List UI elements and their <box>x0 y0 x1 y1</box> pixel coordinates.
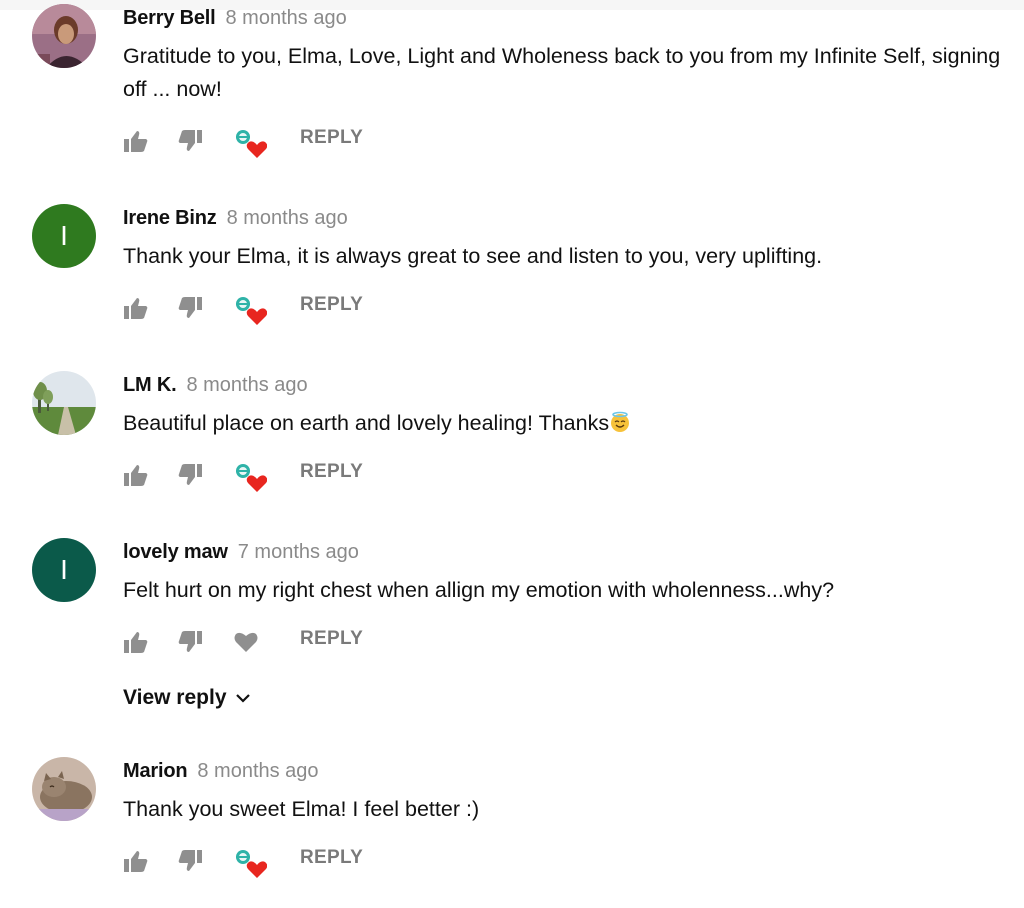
comment-actions: REPLY <box>123 624 423 660</box>
comment-actions: REPLY <box>123 457 423 493</box>
comment-text-content: Beautiful place on earth and lovely heal… <box>123 411 610 435</box>
smiling-face-with-halo-icon <box>609 410 631 432</box>
thumbs-up-icon[interactable] <box>123 463 149 487</box>
comment-text: Felt hurt on my right chest when allign … <box>123 578 835 602</box>
thumbs-down-icon[interactable] <box>177 849 203 873</box>
comment-timestamp[interactable]: 7 months ago <box>238 541 359 563</box>
author-name[interactable]: lovely maw <box>123 541 228 563</box>
author-name[interactable]: Marion <box>123 760 188 782</box>
author-name[interactable]: Berry Bell <box>123 7 216 29</box>
view-reply-label: View reply <box>123 686 227 709</box>
chevron-down-icon <box>235 694 250 704</box>
avatar[interactable] <box>32 371 96 435</box>
comment-timestamp[interactable]: 8 months ago <box>186 374 307 396</box>
reply-button[interactable]: REPLY <box>300 628 363 650</box>
comment-actions: REPLY <box>123 123 423 159</box>
reply-button[interactable]: REPLY <box>300 847 363 869</box>
author-name[interactable]: Irene Binz <box>123 207 217 229</box>
comment-header: LM K. 8 months ago <box>123 373 308 397</box>
heart-icon[interactable] <box>233 630 259 654</box>
reply-button[interactable]: REPLY <box>300 461 363 483</box>
view-reply-button[interactable]: View reply <box>123 686 251 710</box>
avatar[interactable]: I <box>32 538 96 602</box>
avatar[interactable] <box>32 4 96 68</box>
avatar-letter: I <box>60 220 68 251</box>
thumbs-down-icon[interactable] <box>177 463 203 487</box>
thumbs-down-icon[interactable] <box>177 296 203 320</box>
thumbs-down-icon[interactable] <box>177 630 203 654</box>
comment-timestamp[interactable]: 8 months ago <box>226 7 347 29</box>
comment-text: Beautiful place on earth and lovely heal… <box>123 407 1003 440</box>
comment-actions: REPLY <box>123 843 423 879</box>
thumbs-up-icon[interactable] <box>123 630 149 654</box>
comment-text: Thank your Elma, it is always great to s… <box>123 244 823 268</box>
comment-header: Irene Binz 8 months ago <box>123 206 348 230</box>
avatar[interactable]: I <box>32 204 96 268</box>
reply-button[interactable]: REPLY <box>300 127 363 149</box>
author-name[interactable]: LM K. <box>123 374 177 396</box>
comment-text: Gratitude to you, Elma, Love, Light and … <box>123 44 1001 101</box>
creator-heart-icon[interactable] <box>233 849 267 878</box>
comment-header: lovely maw 7 months ago <box>123 540 359 564</box>
thumbs-up-icon[interactable] <box>123 296 149 320</box>
reply-button[interactable]: REPLY <box>300 294 363 316</box>
comment-header: Berry Bell 8 months ago <box>123 6 347 30</box>
creator-heart-icon[interactable] <box>233 296 267 325</box>
comment-timestamp[interactable]: 8 months ago <box>227 207 348 229</box>
comment-text: Thank you sweet Elma! I feel better :) <box>123 797 480 821</box>
comment-actions: REPLY <box>123 290 423 326</box>
comment-header: Marion 8 months ago <box>123 759 319 783</box>
avatar[interactable] <box>32 757 96 821</box>
thumbs-up-icon[interactable] <box>123 129 149 153</box>
thumbs-down-icon[interactable] <box>177 129 203 153</box>
avatar-letter: I <box>60 554 68 585</box>
creator-heart-icon[interactable] <box>233 463 267 492</box>
comment-timestamp[interactable]: 8 months ago <box>197 760 318 782</box>
creator-heart-icon[interactable] <box>233 129 267 158</box>
thumbs-up-icon[interactable] <box>123 849 149 873</box>
